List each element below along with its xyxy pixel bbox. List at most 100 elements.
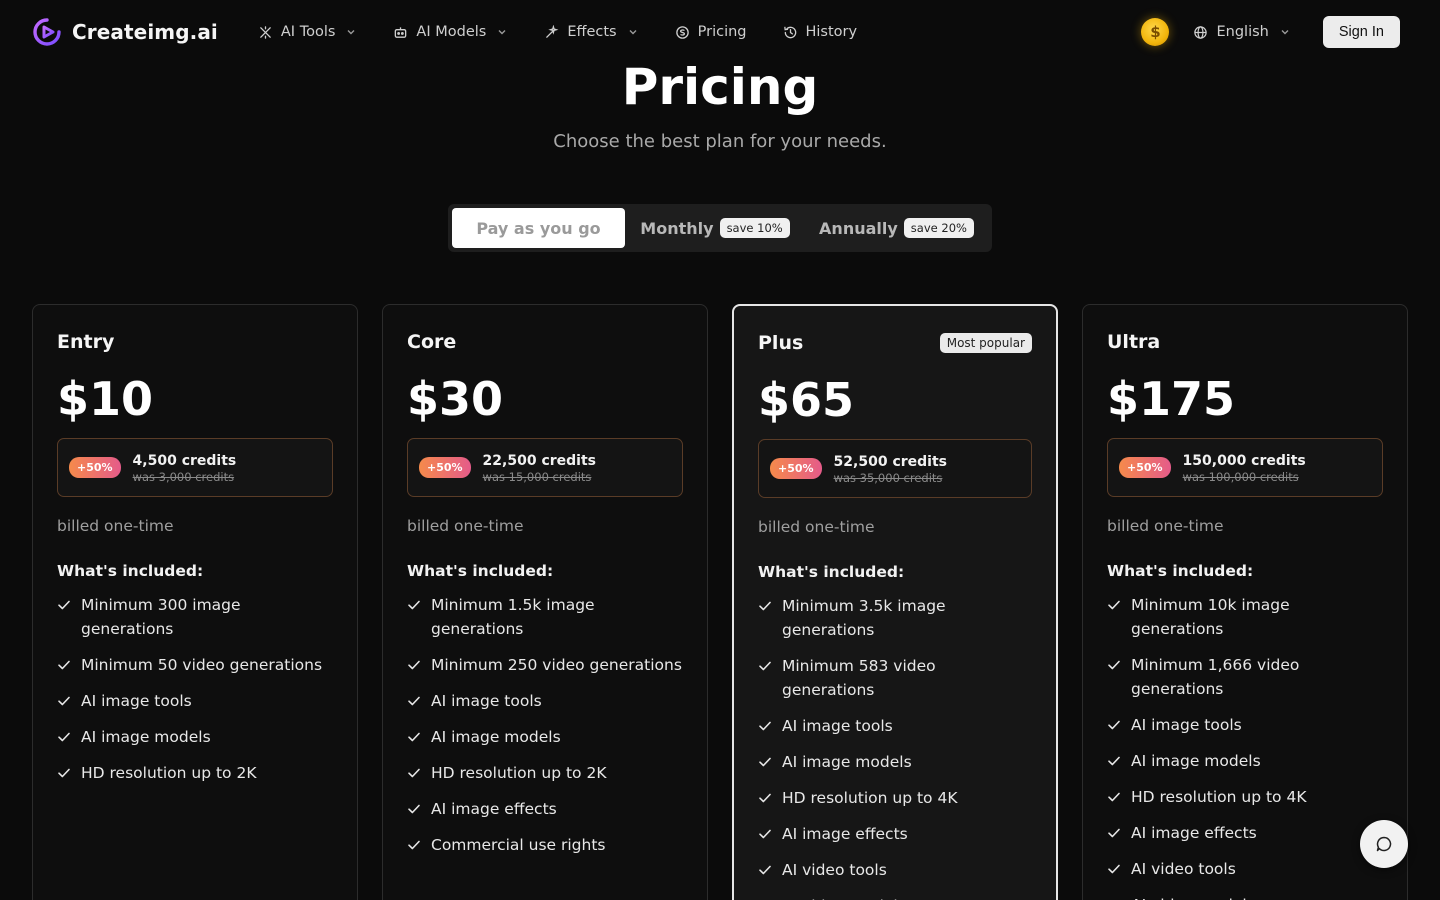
billing-note: billed one-time [1107,517,1224,535]
plan-name: Entry [57,331,115,353]
brand-logo[interactable]: Createimg.ai [32,17,218,47]
check-icon [408,768,420,778]
feature-item: HD resolution up to 4K [1107,785,1383,809]
feature-text: Minimum 3.5k image generations [782,597,946,639]
save-badge: save 10% [719,218,790,238]
plan-price: $30 [407,372,504,426]
nav-right: $ English Sign In [1141,16,1400,48]
nav-ai-tools[interactable]: AI Tools [258,24,358,40]
credits-box: +50% 52,500 credits was 35,000 credits [758,439,1032,498]
feature-item: AI video models [758,894,1032,900]
credits-amount: 52,500 credits [833,453,947,470]
feature-text: AI video models [1131,893,1255,900]
feature-text: HD resolution up to 2K [81,764,257,782]
check-icon [759,793,771,803]
nav-links: AI Tools AI Models Effects Pricing Histo… [258,24,857,40]
check-icon [759,721,771,731]
feature-item: HD resolution up to 4K [758,786,1032,810]
check-icon [1108,660,1120,670]
feature-item: Minimum 583 video generations [758,654,1032,702]
check-icon [408,696,420,706]
plan-card-plus: Plus Most popular $65 +50% 52,500 credit… [732,304,1058,900]
chat-button[interactable] [1360,820,1408,868]
feature-item: AI image effects [758,822,1032,846]
check-icon [408,732,420,742]
nav-effects[interactable]: Effects [544,24,638,40]
plan-card-ultra: Ultra $175 +50% 150,000 credits was 100,… [1082,304,1408,900]
billing-note: billed one-time [407,517,524,535]
plan-name: Core [407,331,457,353]
nav-pricing-label: Pricing [697,24,747,40]
credits-was: was 3,000 credits [132,469,235,484]
feature-text: AI image tools [81,692,192,710]
nav-ai-models[interactable]: AI Models [393,24,508,40]
coin-symbol: $ [1150,23,1161,41]
sign-in-button[interactable]: Sign In [1322,16,1400,48]
robot-icon [395,26,407,38]
logo-icon [33,18,61,46]
feature-text: Minimum 1,666 video generations [1131,656,1300,698]
credits-amount: 22,500 credits [482,452,596,469]
feature-text: AI image models [1131,752,1261,770]
credits-box: +50% 150,000 credits was 100,000 credits [1107,438,1383,497]
feature-item: Minimum 1,666 video generations [1107,653,1383,701]
nav-history[interactable]: History [783,24,858,40]
check-icon [58,600,70,610]
check-icon [759,601,771,611]
brand-name: Createimg.ai [72,20,218,44]
check-icon [1108,600,1120,610]
page-subtitle: Choose the best plan for your needs. [553,131,887,152]
plan-price: $65 [758,373,855,427]
nav-history-label: History [805,24,858,40]
plan-card-core: Core $30 +50% 22,500 credits was 15,000 … [382,304,708,900]
feature-item: AI image effects [407,797,683,821]
included-heading: What's included: [57,562,204,580]
check-icon [759,661,771,671]
feature-item: AI image tools [57,689,333,713]
plan-name: Plus [758,332,804,354]
nav-ai-tools-label: AI Tools [280,24,336,40]
check-icon [1108,756,1120,766]
feature-text: HD resolution up to 4K [782,789,958,807]
credits-box: +50% 4,500 credits was 3,000 credits [57,438,333,497]
feature-text: AI image tools [431,692,542,710]
feature-item: Commercial use rights [407,833,683,857]
credits-coin-icon[interactable]: $ [1141,18,1170,46]
language-selector[interactable]: English [1193,24,1290,40]
tab-pay-as-you-go[interactable]: Pay as you go [452,208,625,248]
feature-item: AI video tools [1107,857,1383,881]
feature-item: AI image models [758,750,1032,774]
sparkle-tools-icon [260,25,271,39]
feature-text: Minimum 50 video generations [81,656,323,674]
plan-price: $10 [57,372,154,426]
chevron-down-icon [498,30,506,35]
check-icon [759,865,771,875]
feature-text: Minimum 250 video generations [431,656,682,674]
feature-text: Minimum 1.5k image generations [431,596,595,638]
tab-annually[interactable]: Annually save 20% [805,208,988,248]
plan-card-entry: Entry $10 +50% 4,500 credits was 3,000 c… [32,304,358,900]
feature-item: Minimum 300 image generations [57,593,333,641]
check-icon [58,768,70,778]
chevron-down-icon [1281,30,1289,35]
nav-pricing[interactable]: Pricing [675,24,747,40]
feature-text: HD resolution up to 2K [431,764,607,782]
credits-amount: 150,000 credits [1182,452,1306,469]
feature-text: Minimum 10k image generations [1131,596,1290,638]
bonus-badge: +50% [770,458,822,479]
feature-text: AI video tools [1131,860,1236,878]
check-icon [408,840,420,850]
tab-monthly[interactable]: Monthly save 10% [625,208,805,248]
feature-text: AI image models [431,728,561,746]
included-heading: What's included: [407,562,554,580]
feature-text: AI image effects [1131,824,1257,842]
feature-item: AI image tools [758,714,1032,738]
feature-item: AI image tools [1107,713,1383,737]
billing-note: billed one-time [57,517,174,535]
check-icon [1108,828,1120,838]
check-icon [408,804,420,814]
check-icon [408,660,420,670]
page-title: Pricing [621,58,819,116]
feature-text: HD resolution up to 4K [1131,788,1307,806]
credits-was: was 35,000 credits [833,470,943,485]
